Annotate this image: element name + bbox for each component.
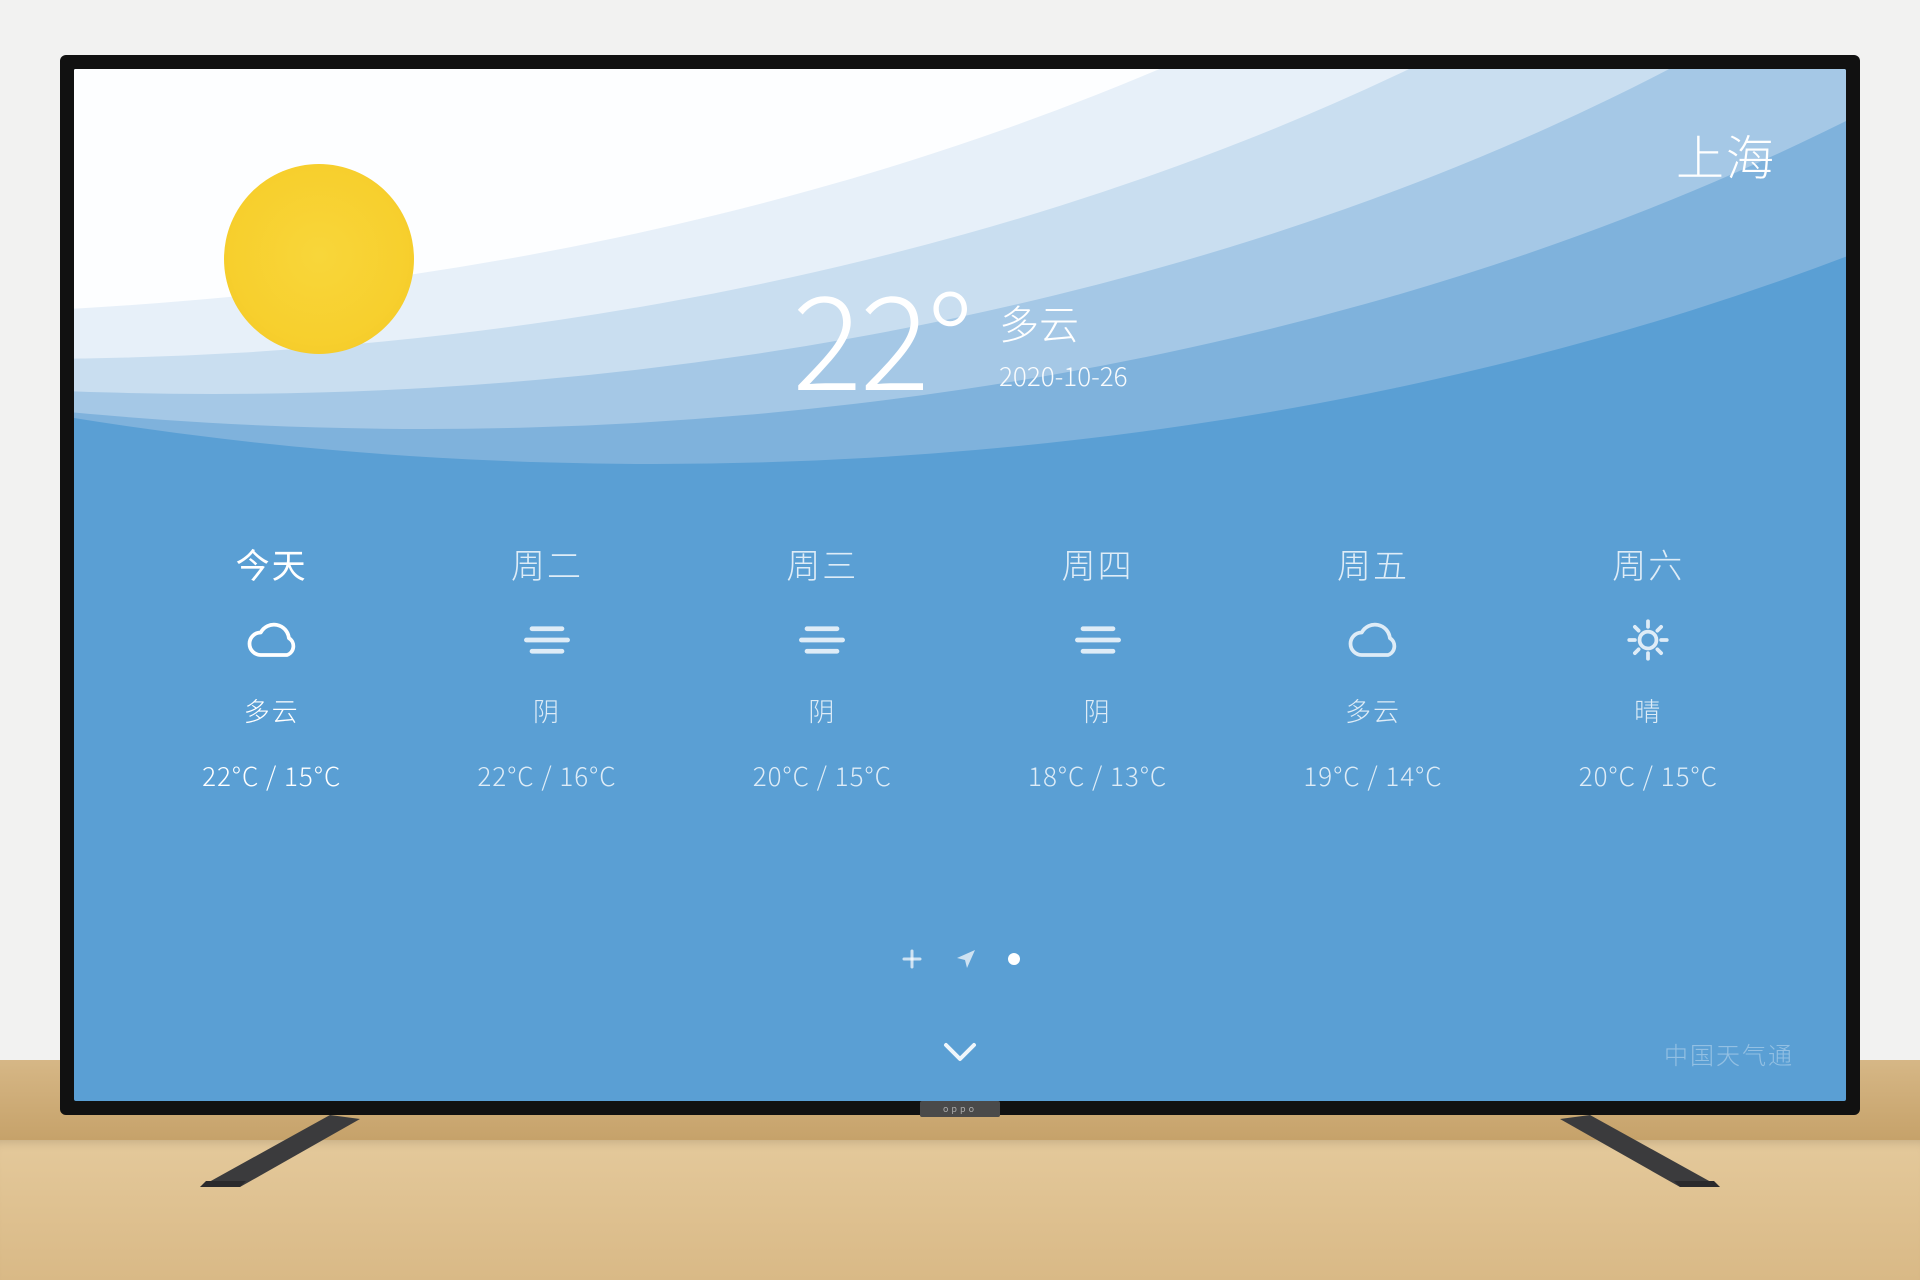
expand-down-icon[interactable] (940, 1039, 980, 1065)
forecast-temperature-range: 18°C / 13°C (1028, 757, 1167, 794)
forecast-temperature-range: 19°C / 14°C (1303, 757, 1442, 794)
tv-stand-left (200, 1115, 400, 1187)
city-pager (900, 947, 1020, 971)
forecast-condition: 阴 (808, 692, 836, 729)
locate-icon[interactable] (954, 947, 978, 971)
forecast-day-label: 今天 (236, 539, 308, 588)
forecast-day[interactable]: 周三阴 20°C / 15°C (685, 539, 960, 794)
forecast-day-label: 周三 (786, 539, 858, 588)
city-label[interactable]: 上海 (1676, 119, 1776, 189)
forecast-condition: 多云 (244, 692, 300, 729)
forecast-temperature-range: 20°C / 15°C (1579, 757, 1718, 794)
forecast-condition: 阴 (1084, 692, 1112, 729)
forecast-day-label: 周六 (1612, 539, 1684, 588)
forecast-condition: 晴 (1634, 692, 1662, 729)
current-date: 2020-10-26 (999, 357, 1128, 394)
forecast-row: 今天多云 22°C / 15°C 周二阴 22°C / 16°C 周三阴 20°C / 1… (74, 539, 1846, 794)
forecast-day[interactable]: 今天多云 22°C / 15°C (134, 539, 409, 794)
forecast-temperature-range: 20°C / 15°C (753, 757, 892, 794)
forecast-day[interactable]: 周四阴 18°C / 13°C (960, 539, 1235, 794)
cloud-icon (242, 616, 302, 664)
forecast-day[interactable]: 周六晴 20°C / 15°C (1511, 539, 1786, 794)
forecast-temperature-range: 22°C / 15°C (202, 757, 341, 794)
overcast-icon (1068, 616, 1128, 664)
tv-stand-right (1520, 1115, 1720, 1187)
tv-brand-label: oppo (920, 1101, 1000, 1117)
forecast-condition: 多云 (1345, 692, 1401, 729)
page-dot-active[interactable] (1008, 953, 1020, 965)
add-city-icon[interactable] (900, 947, 924, 971)
weather-provider-label: 中国天气通 (1664, 1036, 1794, 1071)
forecast-day-label: 周四 (1062, 539, 1134, 588)
forecast-day[interactable]: 周五多云 19°C / 14°C (1235, 539, 1510, 794)
forecast-day-label: 周五 (1337, 539, 1409, 588)
forecast-temperature-range: 22°C / 16°C (477, 757, 616, 794)
current-weather: 22° 多云 2020-10-26 (792, 269, 1127, 399)
forecast-day-label: 周二 (511, 539, 583, 588)
sun-graphic (224, 164, 414, 354)
tv-frame: oppo 上海 22° 多云 2020-10-26 今天多云22°C / 15°… (60, 55, 1860, 1115)
sun-icon (1618, 616, 1678, 664)
cloud-icon (1343, 616, 1403, 664)
forecast-condition: 阴 (533, 692, 561, 729)
overcast-icon (517, 616, 577, 664)
forecast-day[interactable]: 周二阴 22°C / 16°C (409, 539, 684, 794)
current-temperature: 22° (792, 269, 971, 399)
current-condition: 多云 (999, 293, 1128, 351)
overcast-icon (792, 616, 852, 664)
weather-app-screen: 上海 22° 多云 2020-10-26 今天多云22°C / 15°C周二阴2… (74, 69, 1846, 1101)
